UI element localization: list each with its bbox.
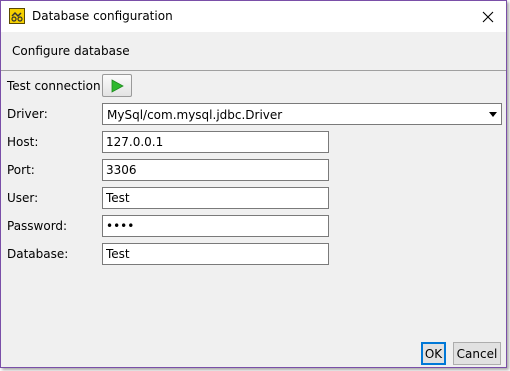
- port-label: Port:: [7, 163, 35, 177]
- close-icon: [482, 11, 494, 22]
- cancel-button[interactable]: Cancel: [453, 342, 501, 365]
- play-icon: [111, 78, 124, 93]
- chevron-down-icon: [489, 112, 497, 117]
- close-button[interactable]: [470, 1, 506, 32]
- driver-label: Driver:: [7, 107, 48, 121]
- title-bar: Database configuration: [1, 1, 506, 32]
- test-connection-button[interactable]: [102, 74, 132, 97]
- port-input[interactable]: [102, 159, 329, 181]
- password-input[interactable]: [102, 215, 329, 237]
- host-label: Host:: [7, 135, 39, 149]
- host-input[interactable]: [102, 131, 329, 153]
- ok-button[interactable]: OK: [421, 342, 446, 365]
- test-connection-label: Test connection:: [7, 79, 105, 93]
- window-title: Database configuration: [32, 9, 173, 23]
- header-separator: [1, 70, 506, 71]
- user-input[interactable]: [102, 187, 329, 209]
- driver-select[interactable]: MySql/com.mysql.jdbc.Driver: [102, 103, 502, 125]
- database-label: Database:: [7, 247, 69, 261]
- dialog-header: Configure database: [1, 32, 506, 70]
- driver-selected-value: MySql/com.mysql.jdbc.Driver: [107, 108, 283, 122]
- dialog-window: Database configuration Configure databas…: [0, 0, 507, 368]
- user-label: User:: [7, 191, 39, 205]
- database-input[interactable]: [102, 243, 329, 265]
- password-label: Password:: [7, 219, 68, 233]
- header-title: Configure database: [12, 44, 130, 58]
- app-icon: [9, 8, 25, 24]
